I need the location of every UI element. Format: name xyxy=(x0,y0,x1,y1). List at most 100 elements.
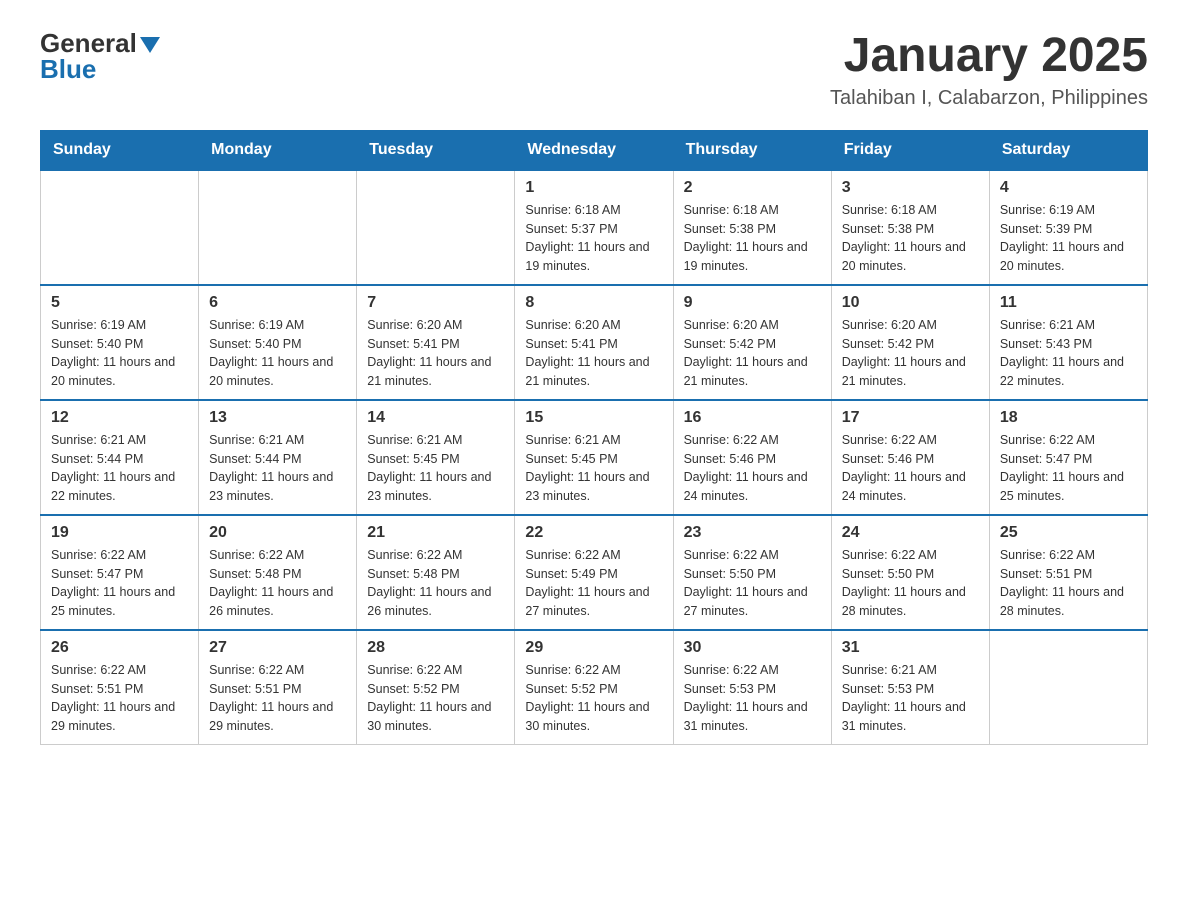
day-number: 26 xyxy=(51,639,188,657)
day-number: 9 xyxy=(684,294,821,312)
calendar-cell: 30 Sunrise: 6:22 AMSunset: 5:53 PMDayligh… xyxy=(673,630,831,745)
day-number: 6 xyxy=(209,294,346,312)
logo-blue-text: Blue xyxy=(40,54,96,84)
calendar-week-3: 12 Sunrise: 6:21 AMSunset: 5:44 PMDayligh… xyxy=(41,400,1148,515)
title-block: January 2025 Talahiban I, Calabarzon, Ph… xyxy=(830,30,1148,110)
calendar-cell: 26 Sunrise: 6:22 AMSunset: 5:51 PMDayligh… xyxy=(41,630,199,745)
calendar-cell: 8 Sunrise: 6:20 AMSunset: 5:41 PMDaylight… xyxy=(515,285,673,400)
day-number: 28 xyxy=(367,639,504,657)
day-info: Sunrise: 6:22 AMSunset: 5:46 PMDaylight:… xyxy=(684,431,821,506)
day-number: 2 xyxy=(684,179,821,197)
day-info: Sunrise: 6:20 AMSunset: 5:41 PMDaylight:… xyxy=(525,316,662,391)
day-info: Sunrise: 6:20 AMSunset: 5:41 PMDaylight:… xyxy=(367,316,504,391)
calendar-cell: 12 Sunrise: 6:21 AMSunset: 5:44 PMDayligh… xyxy=(41,400,199,515)
calendar-cell: 28 Sunrise: 6:22 AMSunset: 5:52 PMDayligh… xyxy=(357,630,515,745)
calendar-cell: 22 Sunrise: 6:22 AMSunset: 5:49 PMDayligh… xyxy=(515,515,673,630)
logo-general-text: General xyxy=(40,30,137,56)
calendar-week-1: 1Sunrise: 6:18 AMSunset: 5:37 PMDaylight… xyxy=(41,170,1148,285)
calendar-week-5: 26 Sunrise: 6:22 AMSunset: 5:51 PMDayligh… xyxy=(41,630,1148,745)
day-number: 29 xyxy=(525,639,662,657)
logo: General Blue xyxy=(40,30,160,82)
day-info: Sunrise: 6:21 AMSunset: 5:45 PMDaylight:… xyxy=(367,431,504,506)
day-info: Sunrise: 6:22 AMSunset: 5:51 PMDaylight:… xyxy=(51,661,188,736)
day-number: 17 xyxy=(842,409,979,427)
day-info: Sunrise: 6:22 AMSunset: 5:47 PMDaylight:… xyxy=(51,546,188,621)
page-header: General Blue January 2025 Talahiban I, C… xyxy=(40,30,1148,110)
day-info: Sunrise: 6:22 AMSunset: 5:51 PMDaylight:… xyxy=(209,661,346,736)
calendar-cell: 14 Sunrise: 6:21 AMSunset: 5:45 PMDayligh… xyxy=(357,400,515,515)
calendar-cell: 4 Sunrise: 6:19 AMSunset: 5:39 PMDaylight… xyxy=(989,170,1147,285)
calendar-cell: 23 Sunrise: 6:22 AMSunset: 5:50 PMDayligh… xyxy=(673,515,831,630)
day-info: Sunrise: 6:22 AMSunset: 5:49 PMDaylight:… xyxy=(525,546,662,621)
day-info: Sunrise: 6:22 AMSunset: 5:53 PMDaylight:… xyxy=(684,661,821,736)
calendar-cell: 31Sunrise: 6:21 AMSunset: 5:53 PMDayligh… xyxy=(831,630,989,745)
day-info: Sunrise: 6:18 AMSunset: 5:38 PMDaylight:… xyxy=(842,201,979,276)
calendar-cell: 18 Sunrise: 6:22 AMSunset: 5:47 PMDayligh… xyxy=(989,400,1147,515)
weekday-header-saturday: Saturday xyxy=(989,130,1147,170)
day-info: Sunrise: 6:19 AMSunset: 5:39 PMDaylight:… xyxy=(1000,201,1137,276)
location-title: Talahiban I, Calabarzon, Philippines xyxy=(830,87,1148,110)
day-info: Sunrise: 6:20 AMSunset: 5:42 PMDaylight:… xyxy=(842,316,979,391)
calendar-cell: 13 Sunrise: 6:21 AMSunset: 5:44 PMDayligh… xyxy=(199,400,357,515)
day-info: Sunrise: 6:21 AMSunset: 5:43 PMDaylight:… xyxy=(1000,316,1137,391)
day-number: 21 xyxy=(367,524,504,542)
day-number: 13 xyxy=(209,409,346,427)
calendar-cell xyxy=(199,170,357,285)
calendar-cell: 1Sunrise: 6:18 AMSunset: 5:37 PMDaylight… xyxy=(515,170,673,285)
day-info: Sunrise: 6:22 AMSunset: 5:50 PMDaylight:… xyxy=(842,546,979,621)
calendar-cell: 11 Sunrise: 6:21 AMSunset: 5:43 PMDayligh… xyxy=(989,285,1147,400)
weekday-header-sunday: Sunday xyxy=(41,130,199,170)
day-number: 25 xyxy=(1000,524,1137,542)
day-number: 12 xyxy=(51,409,188,427)
day-number: 3 xyxy=(842,179,979,197)
day-info: Sunrise: 6:22 AMSunset: 5:51 PMDaylight:… xyxy=(1000,546,1137,621)
day-number: 15 xyxy=(525,409,662,427)
day-info: Sunrise: 6:22 AMSunset: 5:47 PMDaylight:… xyxy=(1000,431,1137,506)
day-number: 16 xyxy=(684,409,821,427)
day-info: Sunrise: 6:21 AMSunset: 5:44 PMDaylight:… xyxy=(209,431,346,506)
calendar-cell xyxy=(41,170,199,285)
calendar-cell: 19 Sunrise: 6:22 AMSunset: 5:47 PMDayligh… xyxy=(41,515,199,630)
calendar-cell: 9 Sunrise: 6:20 AMSunset: 5:42 PMDaylight… xyxy=(673,285,831,400)
calendar-cell: 7 Sunrise: 6:20 AMSunset: 5:41 PMDaylight… xyxy=(357,285,515,400)
day-info: Sunrise: 6:22 AMSunset: 5:48 PMDaylight:… xyxy=(209,546,346,621)
day-number: 14 xyxy=(367,409,504,427)
day-number: 18 xyxy=(1000,409,1137,427)
day-number: 19 xyxy=(51,524,188,542)
day-info: Sunrise: 6:20 AMSunset: 5:42 PMDaylight:… xyxy=(684,316,821,391)
calendar-cell: 20 Sunrise: 6:22 AMSunset: 5:48 PMDayligh… xyxy=(199,515,357,630)
calendar-cell xyxy=(989,630,1147,745)
day-number: 11 xyxy=(1000,294,1137,312)
calendar-header-row: SundayMondayTuesdayWednesdayThursdayFrid… xyxy=(41,130,1148,170)
calendar-cell: 25 Sunrise: 6:22 AMSunset: 5:51 PMDayligh… xyxy=(989,515,1147,630)
calendar-cell: 27Sunrise: 6:22 AMSunset: 5:51 PMDayligh… xyxy=(199,630,357,745)
day-number: 30 xyxy=(684,639,821,657)
day-number: 20 xyxy=(209,524,346,542)
day-info: Sunrise: 6:21 AMSunset: 5:53 PMDaylight:… xyxy=(842,661,979,736)
day-number: 5 xyxy=(51,294,188,312)
day-info: Sunrise: 6:22 AMSunset: 5:46 PMDaylight:… xyxy=(842,431,979,506)
calendar-week-4: 19 Sunrise: 6:22 AMSunset: 5:47 PMDayligh… xyxy=(41,515,1148,630)
calendar-cell: 29Sunrise: 6:22 AMSunset: 5:52 PMDayligh… xyxy=(515,630,673,745)
calendar-cell: 5 Sunrise: 6:19 AMSunset: 5:40 PMDaylight… xyxy=(41,285,199,400)
day-info: Sunrise: 6:22 AMSunset: 5:48 PMDaylight:… xyxy=(367,546,504,621)
calendar-cell: 6Sunrise: 6:19 AMSunset: 5:40 PMDaylight… xyxy=(199,285,357,400)
day-info: Sunrise: 6:22 AMSunset: 5:52 PMDaylight:… xyxy=(367,661,504,736)
day-number: 4 xyxy=(1000,179,1137,197)
calendar-week-2: 5 Sunrise: 6:19 AMSunset: 5:40 PMDaylight… xyxy=(41,285,1148,400)
weekday-header-friday: Friday xyxy=(831,130,989,170)
day-number: 24 xyxy=(842,524,979,542)
weekday-header-wednesday: Wednesday xyxy=(515,130,673,170)
day-info: Sunrise: 6:21 AMSunset: 5:44 PMDaylight:… xyxy=(51,431,188,506)
day-info: Sunrise: 6:22 AMSunset: 5:50 PMDaylight:… xyxy=(684,546,821,621)
day-info: Sunrise: 6:19 AMSunset: 5:40 PMDaylight:… xyxy=(51,316,188,391)
weekday-header-tuesday: Tuesday xyxy=(357,130,515,170)
day-number: 10 xyxy=(842,294,979,312)
calendar-cell xyxy=(357,170,515,285)
day-number: 7 xyxy=(367,294,504,312)
day-info: Sunrise: 6:18 AMSunset: 5:37 PMDaylight:… xyxy=(525,201,662,276)
calendar-cell: 24 Sunrise: 6:22 AMSunset: 5:50 PMDayligh… xyxy=(831,515,989,630)
day-number: 23 xyxy=(684,524,821,542)
day-number: 8 xyxy=(525,294,662,312)
day-number: 22 xyxy=(525,524,662,542)
